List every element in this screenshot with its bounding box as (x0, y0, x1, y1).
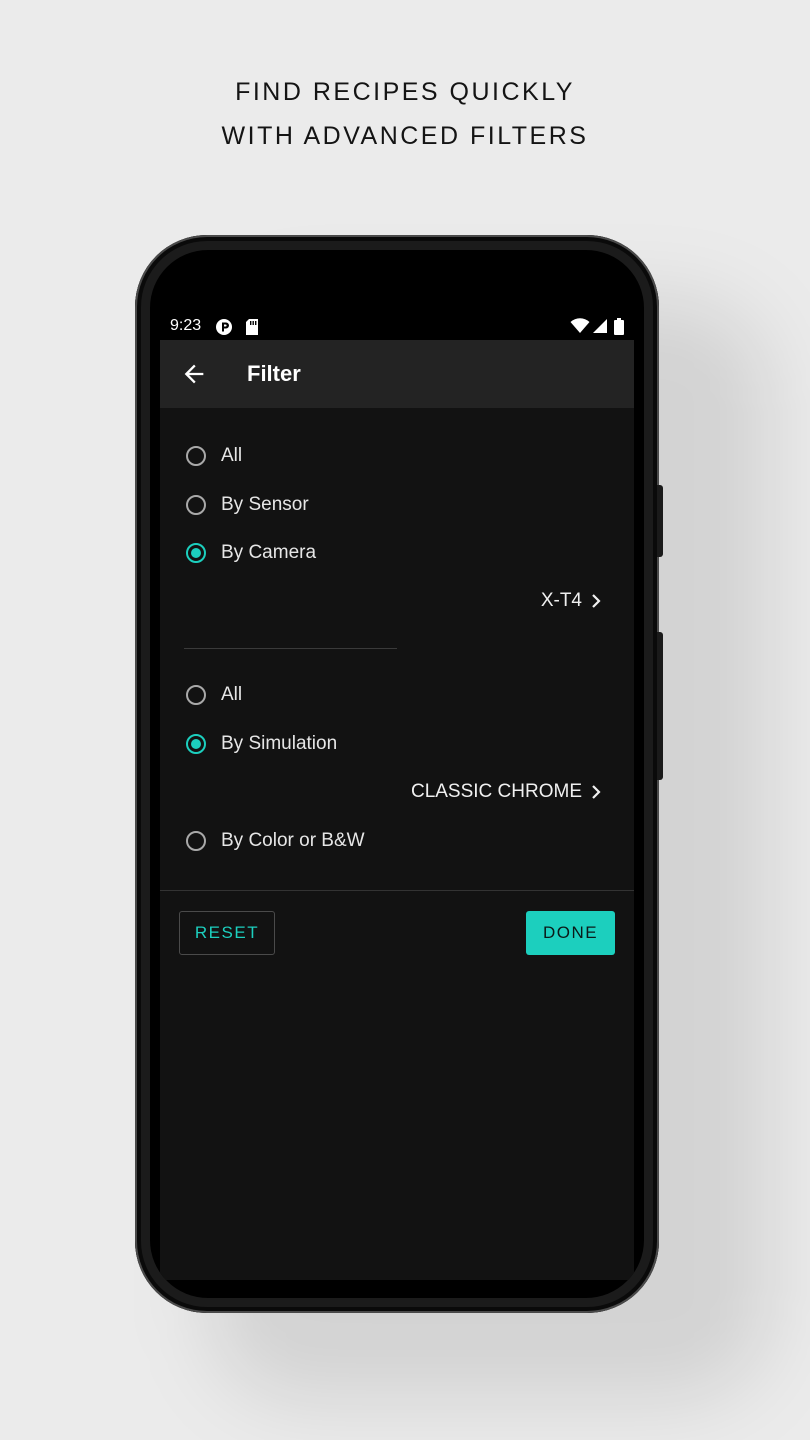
phone-screen: 9:23 Filter All By Sensor By Camera X-T4… (150, 250, 644, 1298)
camera-all-radio[interactable] (186, 446, 206, 466)
section-divider (184, 648, 397, 649)
cell-signal-icon (593, 319, 607, 333)
simulation-option-label: All (221, 684, 243, 705)
actions-divider (160, 890, 634, 891)
by-color-radio[interactable] (186, 831, 206, 851)
camera-option-by-sensor[interactable]: By Sensor (186, 490, 309, 520)
power-button (657, 485, 663, 557)
camera-option-by-camera[interactable]: By Camera (186, 538, 316, 568)
status-bar: 9:23 (150, 310, 644, 340)
battery-icon (614, 318, 624, 335)
by-camera-radio[interactable] (186, 543, 206, 563)
sd-card-icon (246, 319, 258, 335)
done-button[interactable]: DONE (526, 911, 615, 955)
camera-value: X-T4 (540, 590, 582, 611)
camera-option-all[interactable]: All (186, 441, 242, 471)
promo-line-2: WITH ADVANCED FILTERS (221, 122, 589, 150)
promo-headline: FIND RECIPES QUICKLY WITH ADVANCED FILTE… (0, 70, 810, 158)
by-sensor-radio[interactable] (186, 495, 206, 515)
camera-option-label: All (221, 445, 243, 466)
wifi-icon (570, 318, 590, 333)
status-time: 9:23 (170, 317, 202, 334)
arrow-left-icon[interactable] (180, 360, 208, 388)
toolbar: Filter (160, 340, 634, 408)
simulation-option-by-color[interactable]: By Color or B&W (186, 826, 365, 856)
camera-option-label: By Camera (221, 542, 317, 563)
reset-button[interactable]: RESET (179, 911, 275, 955)
simulation-value: CLASSIC CHROME (410, 781, 582, 802)
chevron-right-icon (592, 594, 601, 608)
filter-screen: Filter All By Sensor By Camera X-T4 All (160, 340, 634, 1280)
simulation-all-radio[interactable] (186, 685, 206, 705)
chevron-right-icon (592, 785, 601, 799)
app-notification-icon (216, 319, 232, 335)
simulation-selector[interactable]: CLASSIC CHROME (411, 777, 602, 807)
page-title: Filter (247, 361, 301, 386)
simulation-option-by-simulation[interactable]: By Simulation (186, 729, 337, 759)
volume-button (657, 632, 663, 780)
simulation-option-label: By Color or B&W (221, 830, 365, 851)
simulation-option-all[interactable]: All (186, 680, 242, 710)
by-simulation-radio[interactable] (186, 734, 206, 754)
camera-option-label: By Sensor (221, 494, 309, 515)
camera-selector[interactable]: X-T4 (541, 586, 602, 616)
promo-line-1: FIND RECIPES QUICKLY (235, 78, 575, 106)
simulation-option-label: By Simulation (221, 733, 338, 754)
